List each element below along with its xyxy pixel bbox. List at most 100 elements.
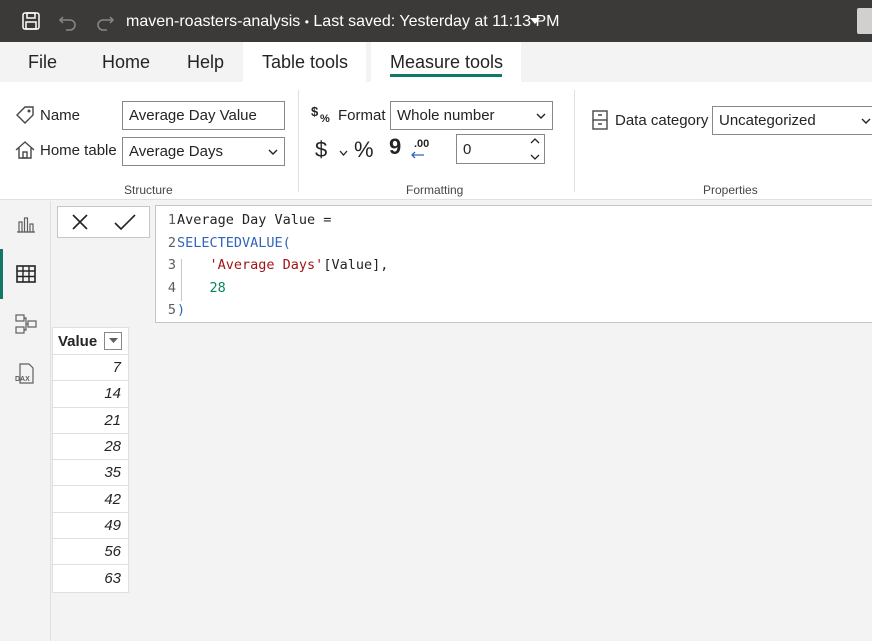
format-label: Format bbox=[338, 107, 386, 124]
commit-icon[interactable] bbox=[113, 212, 137, 232]
ribbon: Name Average Day Value Home table Averag… bbox=[0, 82, 872, 200]
data-table: Value 7 14 21 28 35 42 49 56 63 bbox=[52, 327, 129, 593]
home-icon bbox=[13, 138, 37, 162]
line-number: 2 bbox=[167, 234, 176, 251]
home-table-value: Average Days bbox=[129, 143, 223, 160]
table-row[interactable]: 7 bbox=[53, 355, 128, 382]
currency-button[interactable]: $ bbox=[315, 137, 327, 163]
tab-table-tools[interactable]: Table tools bbox=[243, 42, 366, 82]
column-header-label: Value bbox=[58, 332, 98, 350]
format-select[interactable]: Whole number bbox=[390, 101, 553, 130]
chevron-down-icon bbox=[861, 118, 871, 124]
code-text: SELECTEDVALUE( bbox=[177, 234, 291, 251]
arrow-left-icon bbox=[411, 151, 424, 159]
tab-file-label: File bbox=[28, 51, 58, 72]
decimal-places-value: 0 bbox=[463, 140, 472, 158]
report-view-icon bbox=[16, 217, 35, 233]
chevron-down-icon bbox=[536, 113, 546, 119]
decimal-places-stepper[interactable]: 0 bbox=[456, 134, 545, 164]
title-separator: • bbox=[304, 15, 309, 29]
table-view-button[interactable] bbox=[0, 251, 51, 297]
data-category-select[interactable]: Uncategorized bbox=[712, 106, 872, 135]
chevron-down-icon bbox=[108, 338, 118, 343]
table-row[interactable]: 35 bbox=[53, 460, 128, 487]
window-title[interactable]: maven-roasters-analysis • Last saved: Ye… bbox=[126, 13, 559, 31]
chevron-up-icon[interactable] bbox=[530, 137, 540, 145]
title-dropdown-icon[interactable] bbox=[530, 18, 540, 24]
chevron-down-icon bbox=[268, 149, 278, 155]
code-line: 5 ) bbox=[156, 299, 185, 321]
data-category-label: Data category bbox=[615, 112, 709, 129]
code-line: 1 Average Day Value = bbox=[156, 209, 332, 231]
svg-text:DAX: DAX bbox=[15, 376, 30, 383]
formula-actions bbox=[57, 206, 150, 238]
table-row[interactable]: 14 bbox=[53, 381, 128, 408]
line-number: 1 bbox=[167, 212, 176, 228]
code-text: 'Average Days'[Value], bbox=[209, 257, 389, 273]
table-row[interactable]: 42 bbox=[53, 486, 128, 513]
code-text: Average Day Value = bbox=[177, 212, 332, 228]
line-number: 3 bbox=[167, 257, 176, 273]
model-view-button[interactable] bbox=[0, 301, 51, 347]
code-line: 4 28 bbox=[156, 277, 226, 299]
comma-style-button[interactable]: 9 bbox=[389, 134, 401, 160]
data-category-icon bbox=[588, 108, 612, 132]
table-row[interactable]: 28 bbox=[53, 434, 128, 461]
properties-group-label: Properties bbox=[703, 183, 758, 197]
currency-dropdown-icon[interactable] bbox=[339, 149, 348, 157]
active-tab-indicator bbox=[390, 74, 502, 77]
name-label: Name bbox=[40, 107, 81, 124]
code-line: 2 SELECTEDVALUE( bbox=[156, 232, 291, 254]
name-input[interactable]: Average Day Value bbox=[122, 101, 285, 130]
search-box[interactable] bbox=[857, 8, 872, 34]
table-row[interactable]: 56 bbox=[53, 539, 128, 566]
tab-measure-tools-label: Measure tools bbox=[390, 51, 504, 72]
title-bar: maven-roasters-analysis • Last saved: Ye… bbox=[0, 0, 872, 42]
tab-home-label: Home bbox=[102, 51, 151, 72]
tab-file[interactable]: File bbox=[28, 42, 57, 82]
file-name: maven-roasters-analysis bbox=[126, 13, 301, 30]
table-row[interactable]: 21 bbox=[53, 408, 128, 434]
data-category-value: Uncategorized bbox=[719, 112, 816, 129]
group-divider bbox=[298, 90, 299, 192]
code-line: 3 'Average Days'[Value], bbox=[156, 254, 388, 276]
saved-status: Last saved: Yesterday at 11:13 PM bbox=[313, 13, 560, 30]
view-rail: DAX bbox=[0, 201, 51, 641]
formula-editor[interactable]: 1 Average Day Value = 2 SELECTEDVALUE( 3… bbox=[155, 205, 872, 323]
column-header-value[interactable]: Value bbox=[53, 328, 128, 355]
percent-button[interactable]: % bbox=[354, 137, 374, 163]
table-view-icon bbox=[15, 265, 36, 283]
cancel-icon[interactable] bbox=[70, 212, 90, 232]
svg-text:$: $ bbox=[311, 104, 319, 119]
home-table-select[interactable]: Average Days bbox=[122, 137, 285, 166]
name-value: Average Day Value bbox=[129, 107, 257, 124]
column-filter-button[interactable] bbox=[104, 332, 122, 350]
chevron-down-icon[interactable] bbox=[530, 153, 540, 161]
svg-text:%: % bbox=[320, 113, 330, 125]
formatting-group-label: Formatting bbox=[406, 183, 464, 197]
line-number: 5 bbox=[167, 302, 176, 318]
redo-icon[interactable] bbox=[93, 9, 117, 33]
table-row[interactable]: 49 bbox=[53, 513, 128, 540]
tab-table-tools-label: Table tools bbox=[262, 51, 349, 72]
tab-help[interactable]: Help bbox=[187, 42, 224, 82]
decimal-label: .00 bbox=[414, 138, 430, 150]
code-text: ) bbox=[177, 302, 186, 318]
dax-query-view-button[interactable]: DAX bbox=[0, 351, 51, 397]
dax-query-icon: DAX bbox=[15, 363, 34, 384]
tab-home[interactable]: Home bbox=[102, 42, 150, 82]
tag-icon bbox=[13, 104, 37, 128]
model-view-icon bbox=[14, 314, 37, 334]
format-icon: $% bbox=[310, 102, 334, 126]
group-divider bbox=[574, 90, 575, 192]
undo-icon[interactable] bbox=[56, 9, 80, 33]
line-number: 4 bbox=[167, 279, 176, 296]
code-text: 28 bbox=[209, 279, 226, 296]
format-value: Whole number bbox=[397, 107, 495, 124]
report-view-button[interactable] bbox=[0, 201, 51, 247]
table-row[interactable]: 63 bbox=[53, 565, 128, 591]
decimal-button[interactable]: .00 bbox=[410, 138, 436, 162]
save-icon[interactable] bbox=[19, 9, 43, 33]
structure-group-label: Structure bbox=[124, 183, 173, 197]
home-table-label: Home table bbox=[40, 142, 117, 159]
